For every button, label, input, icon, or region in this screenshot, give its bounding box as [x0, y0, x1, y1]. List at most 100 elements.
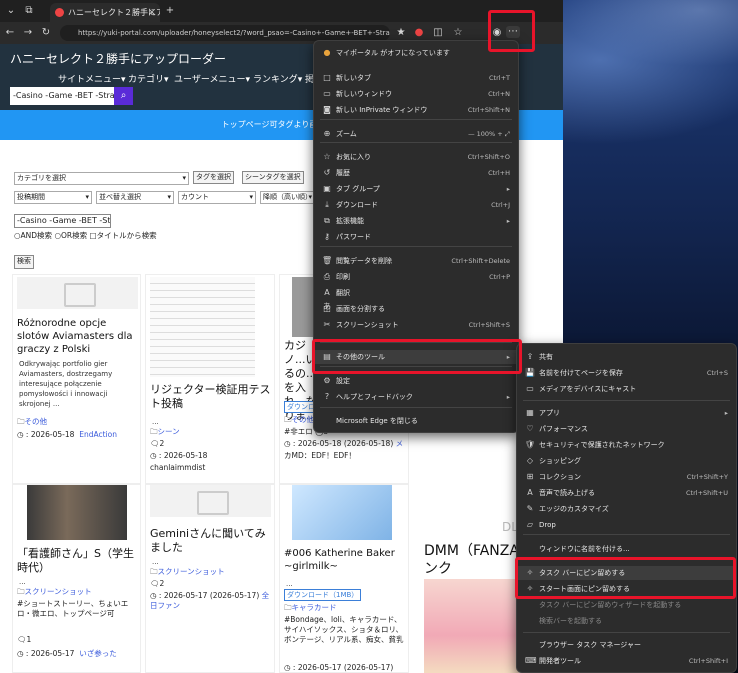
category-link[interactable]: キャラカード	[292, 603, 337, 612]
menu-item[interactable]: ⚙ 設定	[314, 374, 518, 388]
tag-select-button[interactable]: タグを選択	[193, 171, 234, 184]
split-screen-icon[interactable]: ◫	[432, 27, 444, 39]
post-category[interactable]: 🗀シーン	[150, 427, 180, 437]
submenu-item[interactable]: 🛡 セキュリティで保護されたネットワーク	[517, 438, 736, 452]
submenu-item-icon: 💾	[525, 368, 535, 377]
post-extra[interactable]: カMD：EDF！EDF！	[284, 451, 356, 461]
user-link[interactable]: chanlaimmdist	[150, 463, 205, 473]
user-link[interactable]: いざ参った	[79, 649, 117, 658]
sidebar-dmm-heading[interactable]: DMM（FANZA	[424, 540, 519, 560]
menu-item[interactable]: ⧉ 拡張機能 ▸	[314, 214, 518, 228]
extension-icon[interactable]: ●	[413, 27, 425, 39]
menu-item[interactable]: ✂ スクリーンショット Ctrl+Shift+S	[314, 318, 518, 332]
category-link[interactable]: その他	[292, 415, 315, 424]
workspaces-icon[interactable]: ⧉	[22, 5, 36, 17]
category-select[interactable]: カテゴリを選択	[14, 172, 189, 185]
submit-search-button[interactable]: 検索	[14, 255, 34, 269]
submenu-item[interactable]: ⊞ コレクション Ctrl+Shift+Y	[517, 470, 736, 484]
submenu-item[interactable]: ▭ メディアをデバイスにキャスト	[517, 382, 736, 396]
count-select[interactable]: カウント	[178, 191, 256, 204]
submenu-item[interactable]: ブラウザー タスク マネージャー	[517, 638, 736, 652]
post-card[interactable]: #006 Katherine Baker ~girlmilk~ ... ダウンロ…	[279, 484, 409, 673]
sort-select[interactable]: 降順（高い順）	[260, 191, 315, 204]
post-title[interactable]: Geminiさんに聞いてみました	[150, 527, 274, 555]
submenu-item[interactable]: ♡ パフォーマンス	[517, 422, 736, 436]
menu-item[interactable]: ? ヘルプとフィードバック ▸	[314, 390, 518, 404]
submenu-item[interactable]: ▱ Drop	[517, 518, 736, 532]
nav-category[interactable]: カテゴリ▾	[128, 72, 169, 85]
date-select[interactable]: 投稿期間	[14, 191, 92, 204]
post-tags[interactable]: #ショートストーリー、ちょいエロ・微エロ、トップページ可	[17, 599, 139, 619]
submenu-item[interactable]: ✎ エッジのカスタマイズ	[517, 502, 736, 516]
favorite-star-icon[interactable]: ★	[395, 27, 407, 39]
post-category[interactable]: 🗀キャラカード	[284, 603, 337, 613]
submenu-item[interactable]: A 音声で読み上げる Ctrl+Shift+U	[517, 486, 736, 500]
category-link[interactable]: スクリーンショット	[158, 567, 225, 576]
new-tab-icon[interactable]: +	[163, 5, 177, 17]
post-title[interactable]: リジェクター検証用テスト投稿	[150, 383, 272, 411]
header-search-input[interactable]: -Casino -Game -BET -Stra	[10, 87, 114, 105]
post-card[interactable]: Geminiさんに聞いてみました ... 🗀スクリーンショット 🗨2 ◷ : 2…	[145, 484, 275, 673]
submenu-item[interactable]: ▦ アプリ ▸	[517, 406, 736, 420]
back-icon[interactable]: ←	[4, 27, 16, 39]
post-title[interactable]: #006 Katherine Baker ~girlmilk~	[284, 547, 408, 573]
download-badge[interactable]: ダウンロード（1MB）	[284, 589, 362, 601]
menu-item[interactable]: ↺ 履歴 Ctrl+H	[314, 166, 518, 180]
submenu-item[interactable]: ◇ ショッピング	[517, 454, 736, 468]
nav-site-menu[interactable]: サイトメニュー▾	[58, 72, 126, 85]
category-link[interactable]: スクリーンショット	[25, 587, 92, 596]
category-link[interactable]: その他	[25, 417, 48, 426]
post-card[interactable]: Różnorodne opcje slotów Aviamasters dla …	[12, 274, 141, 484]
close-tab-icon[interactable]: ×	[148, 3, 156, 22]
favorites-bar-icon[interactable]: ☆	[452, 27, 464, 39]
menu-item[interactable]: 🗑 閲覧データを削除 Ctrl+Shift+Delete	[314, 254, 518, 268]
menu-item[interactable]: ⊕ ズーム — 100% + ⤢	[314, 127, 518, 141]
post-title[interactable]: 「看護師さん」S（学生時代）	[17, 547, 141, 575]
post-category[interactable]: 🗀その他	[284, 415, 314, 425]
menu-item[interactable]: ◙ 新しい InPrivate ウィンドウ Ctrl+Shift+N	[314, 103, 518, 117]
post-thumbnail[interactable]	[150, 277, 255, 377]
keyword-input[interactable]: -Casino -Game -BET -Stra	[14, 214, 111, 228]
menu-item[interactable]: ⤓ ダウンロード Ctrl+J	[314, 198, 518, 212]
nav-ranking[interactable]: ランキング▾	[253, 72, 302, 85]
menu-item[interactable]: Microsoft Edge を閉じる	[314, 414, 518, 428]
scene-tag-button[interactable]: シーンタグを選択	[242, 171, 304, 184]
menu-item[interactable]: Aあ 翻訳	[314, 286, 518, 311]
submenu-item[interactable]: 💾 名前を付けてページを保存 Ctrl+S	[517, 366, 736, 380]
refresh-icon[interactable]: ↻	[40, 27, 52, 39]
menu-item[interactable]: ▣ タブ グループ ▸	[314, 182, 518, 196]
post-category[interactable]: 🗀スクリーンショット	[150, 567, 225, 577]
post-category[interactable]: 🗀スクリーンショット	[17, 587, 92, 597]
search-icon[interactable]: ⌕	[114, 87, 133, 105]
url-input[interactable]: https://yuki-portal.com/uploader/honeyse…	[60, 25, 390, 41]
menu-item[interactable]: ⎙ 印刷 Ctrl+P	[314, 270, 518, 284]
user-link[interactable]: メ	[396, 439, 404, 448]
menu-item[interactable]: □ 新しいタブ Ctrl+T	[314, 71, 518, 85]
post-tags[interactable]: #Bondage、loli、キャラカード、サイハイソックス、ショタ＆ロリ、ボンテ…	[284, 615, 406, 645]
post-category[interactable]: 🗀その他	[17, 417, 47, 427]
submenu-item[interactable]: ウィンドウに名前を付ける...	[517, 542, 736, 556]
submenu-item[interactable]: 検索バーを起動する	[517, 614, 736, 628]
submenu-item[interactable]: タスク バーにピン留めウィザードを起動する	[517, 598, 736, 612]
menu-item[interactable]: ▭ 新しいウィンドウ Ctrl+N	[314, 87, 518, 101]
post-title[interactable]: Różnorodne opcje slotów Aviamasters dla …	[17, 317, 141, 356]
post-thumbnail[interactable]	[27, 485, 127, 540]
post-card[interactable]: 「看護師さん」S（学生時代） ... 🗀スクリーンショット #ショートストーリー…	[12, 484, 141, 673]
submenu-item[interactable]: ⇪ 共有	[517, 350, 736, 364]
submenu-item[interactable]: ⌨ 開発者ツール Ctrl+Shift+I	[517, 654, 736, 668]
post-thumbnail[interactable]	[292, 485, 392, 540]
menu-item[interactable]: ⚷ パスワード	[314, 230, 518, 244]
post-card[interactable]: リジェクター検証用テスト投稿 ... 🗀シーン 🗨2 ◷ : 2026-05-1…	[145, 274, 275, 484]
user-link[interactable]: EndAction	[79, 430, 117, 439]
menu-item[interactable]: ◫ 画面を分割する	[314, 302, 518, 316]
forward-icon[interactable]: →	[22, 27, 34, 39]
tab-actions-icon[interactable]: ⌄	[4, 5, 18, 17]
site-title[interactable]: ハニーセレクト２勝手にアップローダー	[10, 50, 226, 67]
menu-item[interactable]: ☆ お気に入り Ctrl+Shift+O	[314, 150, 518, 164]
nav-user-menu[interactable]: ユーザーメニュー▾	[174, 72, 250, 85]
ad-banner-image[interactable]	[424, 579, 519, 673]
active-tab[interactable]: ハニーセレクト２勝手にアップローダー ×	[50, 3, 160, 22]
search-mode-options[interactable]: ○AND検索 ○OR検索 □タイトルから検索	[14, 231, 157, 241]
category-link[interactable]: シーン	[158, 427, 180, 436]
order-select[interactable]: 並べ替え選択	[96, 191, 174, 204]
